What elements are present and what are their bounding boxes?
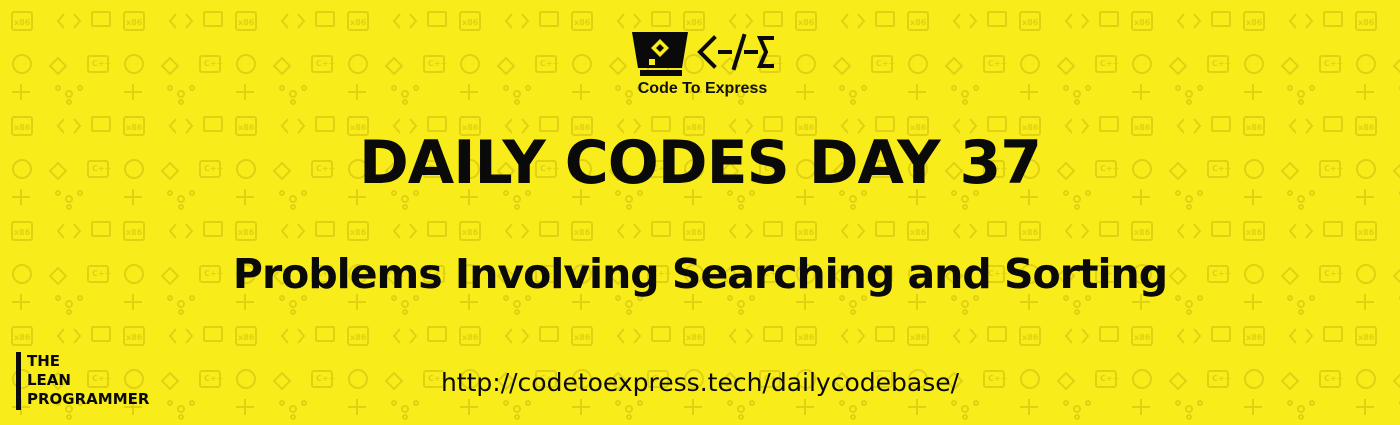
logo-line-2: LEAN (27, 371, 71, 389)
logo-line-1: THE (27, 352, 61, 370)
brand-name: Code To Express (637, 80, 768, 97)
logo-line-3: PROGRAMMER (27, 390, 150, 408)
brand-logo: Code To Express (630, 30, 775, 100)
the-lean-programmer-logo: THE LEAN PROGRAMMER (16, 352, 186, 410)
banner: x86 C++ Code To Express DAILY CODES DAY … (0, 0, 1400, 425)
website-link[interactable]: http://codetoexpress.tech/dailycodebase/ (0, 366, 1400, 400)
code-to-express-logo-icon (632, 32, 774, 76)
logo-wordmark: THE LEAN PROGRAMMER (27, 352, 149, 409)
page-subtitle: Problems Involving Searching and Sorting (232, 250, 1168, 298)
logo-bar (16, 352, 21, 410)
page-title: DAILY CODES DAY 37 (358, 128, 1042, 198)
